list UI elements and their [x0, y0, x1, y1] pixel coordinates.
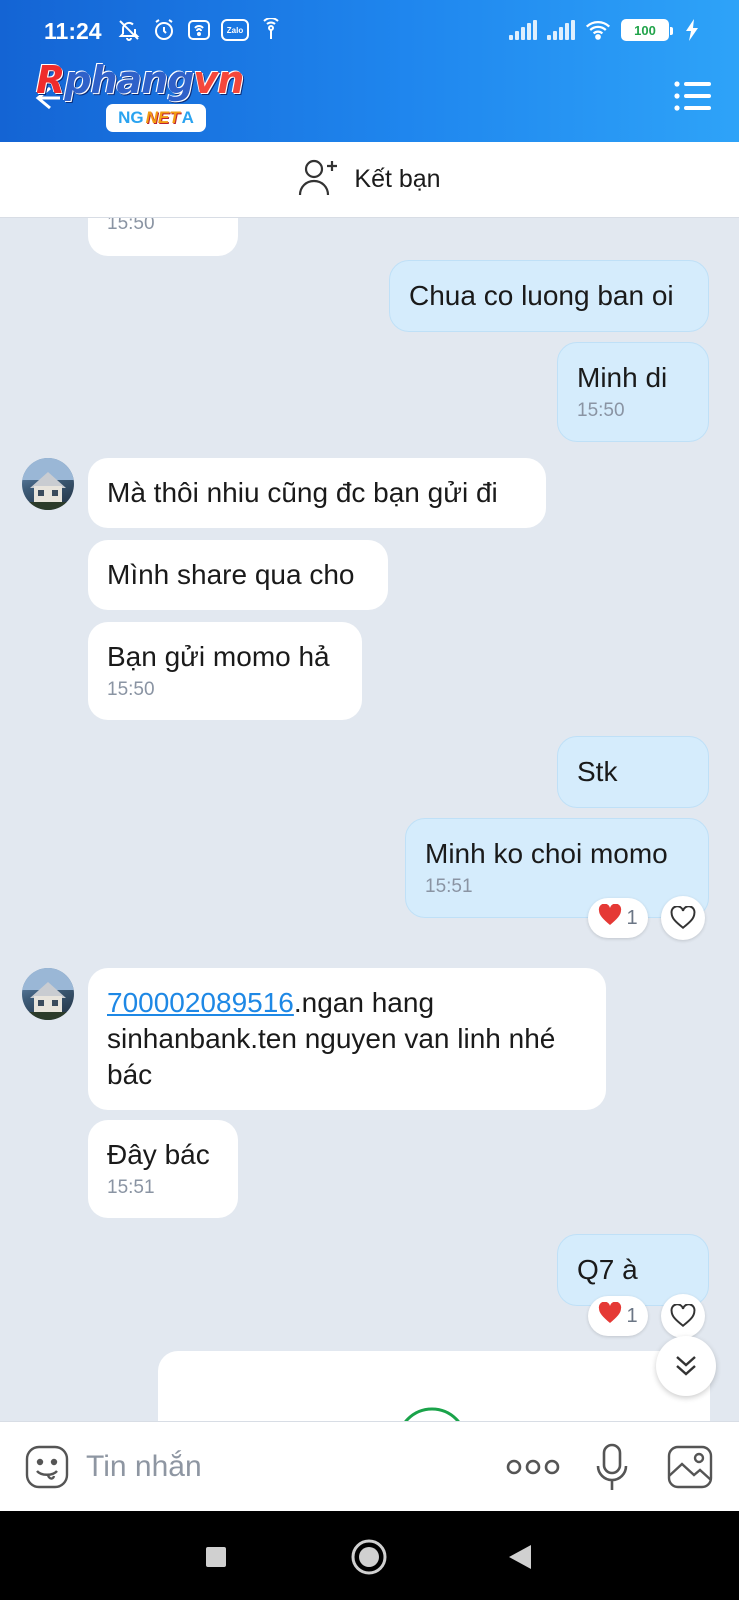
message-text: sinhanbank.ten nguyen van linh nhé bác [107, 1023, 556, 1090]
message-text: Mình share qua cho [107, 559, 355, 590]
signal-icon [509, 20, 537, 40]
reaction-summary[interactable]: 1 [588, 898, 648, 938]
add-friend-icon [298, 157, 340, 202]
message-input-bar [0, 1421, 739, 1511]
message-bubble-in[interactable]: 15:50 [88, 218, 238, 256]
recent-apps-icon[interactable] [196, 1537, 236, 1577]
battery-icon: 100 [621, 19, 673, 41]
heart-filled-icon [598, 903, 622, 932]
watermark-logo: Rphangvn NG NET A [36, 58, 266, 140]
microphone-icon[interactable] [594, 1442, 630, 1494]
account-number-link[interactable]: 700002089516 [107, 987, 294, 1018]
zalo-icon: Zalo [221, 19, 249, 41]
status-right-icons: 100 [509, 18, 705, 42]
status-bar: 11:24 Zalo 100 [0, 0, 739, 52]
add-friend-button[interactable]: Kết bạn [0, 142, 739, 218]
message-text: Mà thôi nhiu cũng đc bạn gửi đi [107, 477, 498, 508]
system-nav-bar [0, 1511, 739, 1600]
mute-bell-icon [116, 18, 142, 42]
menu-list-icon[interactable] [673, 80, 713, 112]
chat-header: Rphangvn NG NET A [0, 52, 739, 142]
message-time: 15:50 [577, 400, 625, 421]
sticker-emoji-icon[interactable] [24, 1444, 70, 1490]
scroll-to-bottom-button[interactable] [656, 1336, 716, 1396]
charging-icon [679, 18, 705, 42]
alarm-icon [151, 18, 177, 42]
message-bubble-out[interactable]: Minh ko choi momo 15:51 [405, 818, 709, 918]
message-time: 15:50 [107, 218, 155, 234]
message-time: 15:50 [107, 679, 155, 700]
message-bubble-out[interactable]: Stk [557, 736, 709, 808]
wifi-icon [585, 18, 611, 42]
message-bubble-out[interactable]: Minh di 15:50 [557, 342, 709, 442]
react-heart-button[interactable] [661, 896, 705, 940]
message-text: Stk [577, 756, 618, 787]
logo-sub: NG NET A [106, 104, 206, 132]
chat-area[interactable]: 15:50 Chua co luong ban oi Minh di 15:50… [0, 218, 739, 1421]
check-circle-icon [404, 1407, 460, 1421]
react-heart-button[interactable] [661, 1294, 705, 1338]
home-icon[interactable] [349, 1537, 389, 1577]
logo-brand: Rphangvn [36, 58, 244, 102]
sender-avatar[interactable] [22, 458, 74, 510]
message-time: 15:51 [107, 1177, 155, 1198]
message-text: Bạn gửi momo hả [107, 641, 330, 672]
signal-icon [547, 20, 575, 40]
message-text: Minh ko choi momo [425, 838, 668, 869]
sender-avatar[interactable] [22, 968, 74, 1020]
message-time: 15:51 [425, 876, 473, 897]
wifi-hotspot-icon [186, 18, 212, 42]
message-text: Đây bác [107, 1139, 210, 1170]
message-bubble-in[interactable]: 700002089516.ngan hang sinhanbank.ten ng… [88, 968, 606, 1110]
hotspot-icon [258, 18, 284, 42]
reaction-count: 1 [626, 1304, 638, 1327]
reaction-summary[interactable]: 1 [588, 1296, 648, 1336]
message-bubble-in[interactable]: Mình share qua cho [88, 540, 388, 610]
message-text: .ngan hang [293, 987, 435, 1018]
status-time: 11:24 [44, 18, 102, 44]
more-options-icon[interactable] [506, 1452, 560, 1482]
image-gallery-icon[interactable] [666, 1444, 714, 1490]
shared-card[interactable] [158, 1351, 710, 1421]
back-triangle-icon[interactable] [500, 1537, 540, 1577]
message-bubble-out[interactable]: Chua co luong ban oi [389, 260, 709, 332]
message-bubble-in[interactable]: Mà thôi nhiu cũng đc bạn gửi đi [88, 458, 546, 528]
message-input[interactable] [86, 1442, 486, 1492]
message-text: Q7 à [577, 1254, 638, 1285]
status-left-icons: Zalo [116, 18, 284, 42]
top-bar: 11:24 Zalo 100 Rphangvn NG NET A [0, 0, 739, 142]
message-text: Minh di [577, 362, 668, 393]
reaction-count: 1 [626, 906, 638, 929]
message-text: Chua co luong ban oi [409, 280, 674, 311]
add-friend-label: Kết bạn [354, 165, 441, 193]
message-bubble-in[interactable]: Đây bác 15:51 [88, 1120, 238, 1218]
message-bubble-in[interactable]: Bạn gửi momo hả 15:50 [88, 622, 362, 720]
heart-filled-icon [598, 1301, 622, 1330]
